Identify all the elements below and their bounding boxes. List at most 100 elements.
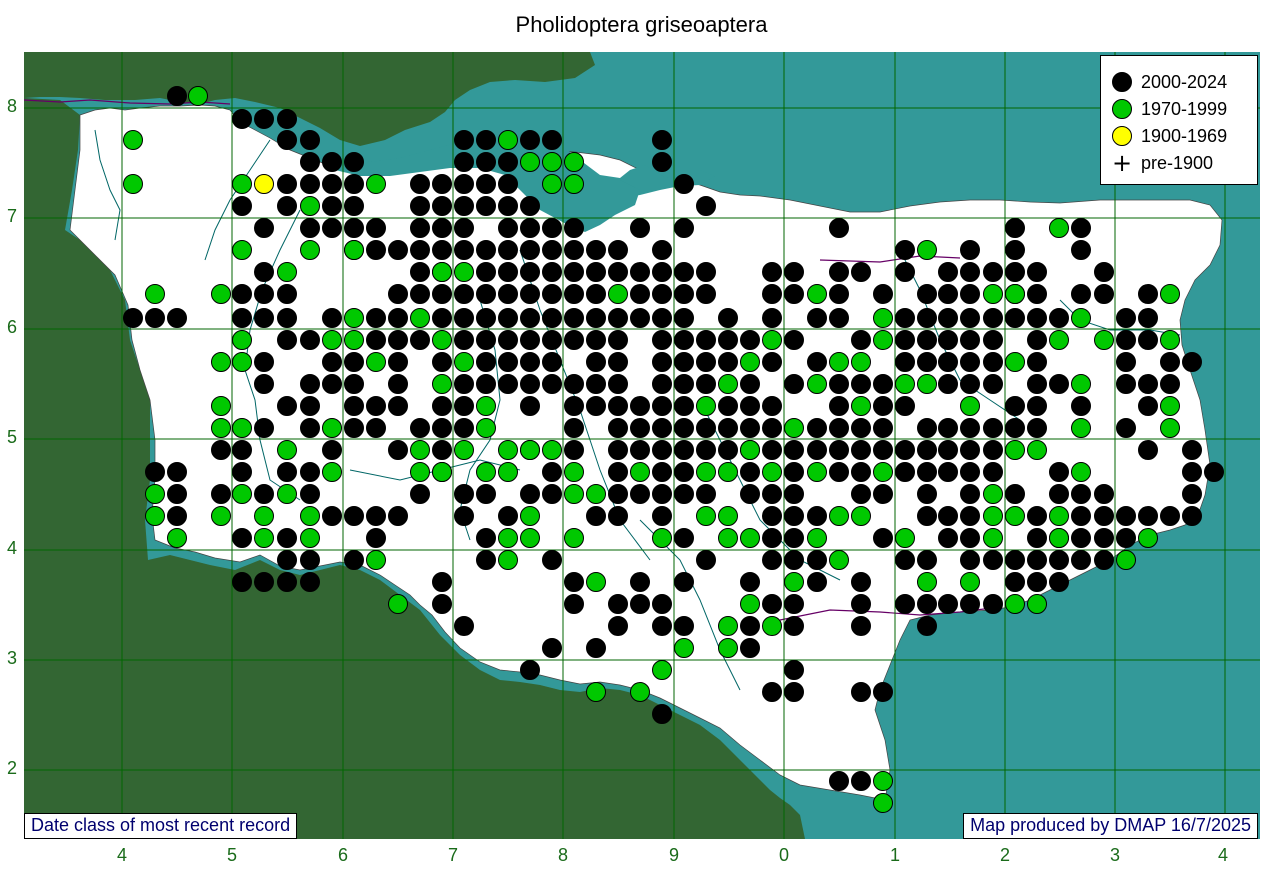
map-title: Pholidoptera griseoaptera [515, 12, 768, 37]
record-dot-1970-1999 [211, 284, 231, 304]
record-dot-2000-2024 [520, 308, 540, 328]
record-dot-2000-2024 [432, 594, 452, 614]
record-dot-2000-2024 [851, 484, 871, 504]
record-dot-2000-2024 [718, 330, 738, 350]
record-dot-2000-2024 [807, 572, 827, 592]
record-dot-2000-2024 [232, 572, 252, 592]
record-dot-2000-2024 [674, 308, 694, 328]
record-dot-1970-1999 [366, 550, 386, 570]
record-dot-2000-2024 [652, 240, 672, 260]
record-dot-2000-2024 [1116, 308, 1136, 328]
record-dot-2000-2024 [983, 462, 1003, 482]
record-dot-2000-2024 [1027, 352, 1047, 372]
record-dot-2000-2024 [1005, 418, 1025, 438]
record-dot-2000-2024 [674, 462, 694, 482]
record-dot-1970-1999 [917, 374, 937, 394]
record-dot-2000-2024 [410, 240, 430, 260]
record-dot-1970-1999 [498, 528, 518, 548]
record-dot-2000-2024 [586, 506, 606, 526]
record-dot-2000-2024 [254, 109, 274, 129]
record-dot-2000-2024 [167, 506, 187, 526]
record-dot-2000-2024 [630, 308, 650, 328]
record-dot-2000-2024 [1071, 284, 1091, 304]
record-dot-2000-2024 [917, 550, 937, 570]
record-dot-2000-2024 [762, 352, 782, 372]
record-dot-1970-1999 [829, 506, 849, 526]
legend-yellow-dot-icon [1112, 126, 1132, 146]
record-dot-1970-1999 [232, 330, 252, 350]
record-dot-2000-2024 [432, 352, 452, 372]
record-dot-2000-2024 [895, 240, 915, 260]
record-dot-1970-1999 [807, 374, 827, 394]
record-dot-2000-2024 [454, 506, 474, 526]
record-dot-2000-2024 [1071, 218, 1091, 238]
record-dot-2000-2024 [476, 174, 496, 194]
record-dot-1970-1999 [232, 484, 252, 504]
record-dot-1970-1999 [718, 528, 738, 548]
record-dot-2000-2024 [674, 262, 694, 282]
record-dot-2000-2024 [983, 440, 1003, 460]
record-dot-2000-2024 [476, 374, 496, 394]
record-dot-1970-1999 [344, 240, 364, 260]
record-dot-2000-2024 [1138, 440, 1158, 460]
record-dot-2000-2024 [476, 352, 496, 372]
record-dot-1970-1999 [410, 308, 430, 328]
record-dot-1970-1999 [322, 330, 342, 350]
record-dot-2000-2024 [277, 572, 297, 592]
record-dot-2000-2024 [277, 109, 297, 129]
y-axis-label: 6 [6, 317, 17, 337]
record-dot-2000-2024 [938, 462, 958, 482]
record-dot-2000-2024 [388, 374, 408, 394]
record-dot-2000-2024 [1094, 484, 1114, 504]
record-dot-2000-2024 [1027, 284, 1047, 304]
record-dot-2000-2024 [520, 262, 540, 282]
record-dot-2000-2024 [652, 440, 672, 460]
record-dot-2000-2024 [851, 440, 871, 460]
record-dot-2000-2024 [1138, 396, 1158, 416]
legend-label: 1900-1969 [1141, 125, 1228, 146]
record-dot-2000-2024 [254, 484, 274, 504]
record-dot-1970-1999 [784, 572, 804, 592]
record-dot-1970-1999 [1027, 594, 1047, 614]
record-dot-2000-2024 [366, 396, 386, 416]
record-dot-2000-2024 [388, 308, 408, 328]
record-dot-2000-2024 [432, 440, 452, 460]
record-dot-1970-1999 [366, 352, 386, 372]
record-dot-2000-2024 [630, 396, 650, 416]
record-dot-2000-2024 [410, 284, 430, 304]
record-dot-2000-2024 [960, 308, 980, 328]
record-dot-2000-2024 [542, 638, 562, 658]
record-dot-2000-2024 [960, 262, 980, 282]
record-dot-2000-2024 [851, 418, 871, 438]
record-dot-1970-1999 [807, 284, 827, 304]
y-axis-label: 2 [6, 758, 17, 778]
record-dot-1970-1999 [188, 86, 208, 106]
x-axis-label: 4 [116, 845, 127, 865]
record-dot-2000-2024 [762, 682, 782, 702]
record-dot-2000-2024 [652, 130, 672, 150]
legend-item-2000-2024: 2000-2024 [1111, 69, 1227, 95]
record-dot-2000-2024 [1138, 330, 1158, 350]
record-dot-2000-2024 [762, 550, 782, 570]
record-dot-2000-2024 [520, 218, 540, 238]
record-dot-2000-2024 [983, 418, 1003, 438]
legend-label: 2000-2024 [1141, 71, 1228, 92]
record-dot-2000-2024 [1005, 484, 1025, 504]
record-dot-2000-2024 [1027, 418, 1047, 438]
record-dot-1970-1999 [630, 682, 650, 702]
record-dot-1970-1999 [344, 308, 364, 328]
record-dot-2000-2024 [1094, 262, 1114, 282]
record-dot-2000-2024 [960, 594, 980, 614]
record-dot-2000-2024 [454, 616, 474, 636]
record-dot-2000-2024 [917, 506, 937, 526]
record-dot-2000-2024 [454, 218, 474, 238]
record-dot-2000-2024 [1204, 462, 1224, 482]
record-dot-2000-2024 [917, 308, 937, 328]
record-dot-2000-2024 [895, 440, 915, 460]
record-dot-2000-2024 [542, 262, 562, 282]
record-dot-2000-2024 [542, 130, 562, 150]
record-dot-2000-2024 [873, 682, 893, 702]
record-dot-1970-1999 [630, 462, 650, 482]
record-dot-2000-2024 [542, 218, 562, 238]
record-dot-2000-2024 [1071, 396, 1091, 416]
